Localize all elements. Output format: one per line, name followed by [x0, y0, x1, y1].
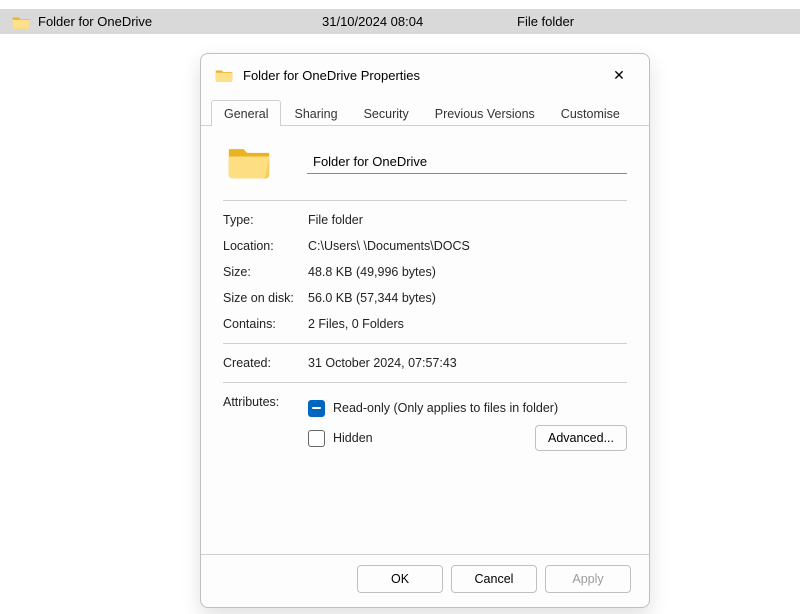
label-created: Created:: [223, 356, 308, 370]
value-size-on-disk: 56.0 KB (57,344 bytes): [308, 291, 627, 305]
close-icon: ✕: [613, 68, 625, 82]
label-size-on-disk: Size on disk:: [223, 291, 308, 305]
folder-icon: [12, 15, 30, 29]
tab-customise[interactable]: Customise: [548, 100, 633, 126]
close-button[interactable]: ✕: [597, 60, 641, 90]
tab-panel-general: Type: File folder Location: C:\Users\ \D…: [201, 126, 649, 554]
label-attributes: Attributes:: [223, 395, 308, 451]
readonly-checkbox[interactable]: [308, 400, 325, 417]
properties-dialog: Folder for OneDrive Properties ✕ General…: [200, 53, 650, 608]
file-date: 31/10/2024 08:04: [322, 14, 517, 29]
label-location: Location:: [223, 239, 308, 253]
folder-icon: [227, 144, 271, 180]
folder-name-input[interactable]: [307, 150, 627, 174]
tab-sharing[interactable]: Sharing: [281, 100, 350, 126]
file-row[interactable]: Folder for OneDrive 31/10/2024 08:04 Fil…: [0, 9, 800, 34]
advanced-button[interactable]: Advanced...: [535, 425, 627, 451]
value-size: 48.8 KB (49,996 bytes): [308, 265, 627, 279]
ok-button[interactable]: OK: [357, 565, 443, 593]
label-contains: Contains:: [223, 317, 308, 331]
dialog-title: Folder for OneDrive Properties: [243, 68, 597, 83]
readonly-label: Read-only (Only applies to files in fold…: [333, 401, 558, 415]
label-type: Type:: [223, 213, 308, 227]
value-type: File folder: [308, 213, 627, 227]
tab-previous-versions[interactable]: Previous Versions: [422, 100, 548, 126]
value-contains: 2 Files, 0 Folders: [308, 317, 627, 331]
value-location: C:\Users\ \Documents\DOCS: [308, 239, 627, 253]
file-name: Folder for OneDrive: [38, 14, 152, 29]
tab-security[interactable]: Security: [351, 100, 422, 126]
apply-button[interactable]: Apply: [545, 565, 631, 593]
file-type: File folder: [517, 14, 574, 29]
titlebar[interactable]: Folder for OneDrive Properties ✕: [201, 54, 649, 96]
tabstrip: General Sharing Security Previous Versio…: [201, 96, 649, 126]
cancel-button[interactable]: Cancel: [451, 565, 537, 593]
dialog-footer: OK Cancel Apply: [201, 554, 649, 607]
folder-icon: [215, 68, 233, 82]
hidden-label: Hidden: [333, 431, 373, 445]
tab-general[interactable]: General: [211, 100, 281, 126]
hidden-checkbox[interactable]: [308, 430, 325, 447]
value-created: 31 October 2024, 07:57:43: [308, 356, 627, 370]
label-size: Size:: [223, 265, 308, 279]
